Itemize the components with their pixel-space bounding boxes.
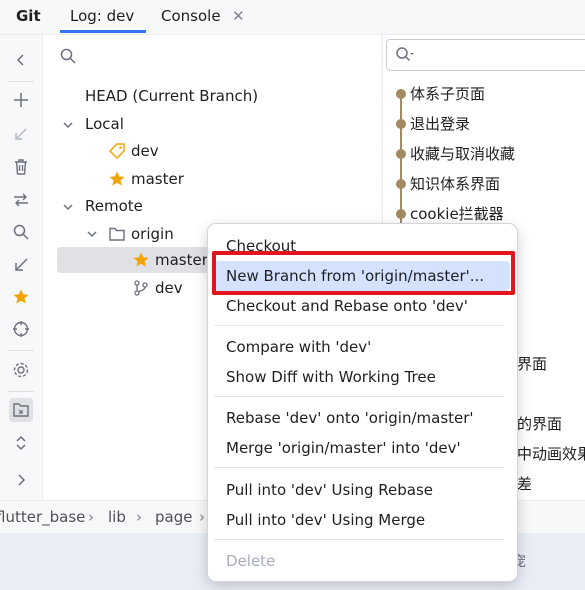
commit-row[interactable]: 退出登录	[383, 110, 585, 138]
commit-node	[396, 119, 406, 129]
annotation-highlight-box	[212, 251, 515, 295]
expand-collapse-icon[interactable]	[9, 431, 33, 455]
breadcrumb-separator: ›	[136, 508, 142, 526]
branch-node-head[interactable]: HEAD (Current Branch)	[85, 84, 258, 108]
commit-row[interactable]: 收藏与取消收藏	[383, 140, 585, 168]
commit-row[interactable]: 知识体系界面	[383, 170, 585, 198]
toolbar-separator	[8, 350, 34, 351]
menu-item-checkout-rebase[interactable]: Checkout and Rebase onto 'dev'	[214, 291, 510, 321]
menu-separator	[214, 396, 504, 397]
commit-node	[396, 179, 406, 189]
menu-item-merge[interactable]: Merge 'origin/master' into 'dev'	[214, 433, 510, 463]
menu-separator	[214, 539, 504, 540]
commit-node	[396, 89, 406, 99]
close-tab-icon[interactable]: ✕	[232, 0, 245, 34]
expand-right-icon[interactable]	[9, 468, 33, 492]
navigate-target-icon[interactable]	[9, 317, 33, 341]
chevron-down-icon[interactable]	[61, 118, 75, 132]
tab-log-dev[interactable]: Log: dev	[70, 0, 134, 34]
menu-item-pull-merge[interactable]: Pull into 'dev' Using Merge	[214, 505, 510, 535]
branch-local-master[interactable]: master	[131, 167, 184, 191]
chevron-down-icon[interactable]	[61, 200, 75, 214]
branch-origin-master[interactable]: master	[155, 248, 208, 272]
commit-row[interactable]: 体系子页面	[383, 80, 585, 108]
star-icon[interactable]	[9, 285, 33, 309]
breadcrumb-separator: ›	[199, 508, 205, 526]
search-icon[interactable]	[9, 220, 33, 244]
search-history-icon	[396, 47, 414, 62]
star-icon	[109, 171, 125, 186]
git-log-toolbar	[0, 35, 43, 500]
compare-icon[interactable]	[9, 188, 33, 212]
search-icon[interactable]	[59, 47, 77, 65]
menu-item-show-diff[interactable]: Show Diff with Working Tree	[214, 362, 510, 392]
tag-icon	[108, 143, 125, 160]
chevron-down-icon[interactable]	[85, 227, 99, 241]
branch-group-remote[interactable]: Remote	[85, 194, 143, 218]
toolbar-separator	[8, 391, 34, 392]
breadcrumb-item[interactable]: lib	[108, 508, 126, 526]
menu-item-delete: Delete	[226, 552, 276, 570]
star-icon	[133, 252, 149, 267]
add-icon[interactable]	[9, 88, 33, 112]
menu-item-pull-rebase[interactable]: Pull into 'dev' Using Rebase	[214, 475, 510, 505]
remote-origin[interactable]: origin	[131, 222, 174, 246]
tab-console[interactable]: Console	[161, 0, 221, 34]
commit-node	[396, 209, 406, 219]
breadcrumb-item[interactable]: page	[155, 508, 192, 526]
commit-message: 界面	[517, 355, 548, 373]
commit-message: 体系子页面	[410, 85, 486, 103]
menu-separator	[214, 467, 504, 468]
commit-message: 的界面	[517, 415, 563, 433]
breadcrumb-separator: ›	[88, 508, 94, 526]
collapse-left-icon[interactable]	[9, 48, 33, 72]
menu-item-rebase[interactable]: Rebase 'dev' onto 'origin/master'	[214, 403, 510, 433]
delete-icon[interactable]	[9, 155, 33, 179]
active-tab-indicator	[60, 30, 146, 33]
breadcrumb-item[interactable]: flutter_base	[0, 508, 85, 526]
toolbar-separator	[8, 81, 34, 82]
settings-gear-icon[interactable]	[9, 358, 33, 382]
commit-node	[396, 149, 406, 159]
update-selected-icon[interactable]	[9, 122, 33, 146]
commit-search-field[interactable]	[386, 39, 585, 71]
menu-item-compare[interactable]: Compare with 'dev'	[214, 332, 510, 362]
branch-icon	[134, 280, 148, 296]
commit-message: 差	[517, 475, 533, 493]
tool-window-tab-bar: Git Log: dev Console ✕	[0, 0, 585, 35]
branch-origin-dev[interactable]: dev	[155, 276, 183, 300]
branch-local-dev[interactable]: dev	[131, 139, 159, 163]
commit-message: 知识体系界面	[410, 175, 501, 193]
folder-icon	[109, 227, 125, 241]
commit-message: 中动画效果	[517, 445, 585, 463]
fetch-icon[interactable]	[9, 253, 33, 277]
branch-group-local[interactable]: Local	[85, 112, 124, 136]
tool-window-title: Git	[16, 7, 41, 25]
menu-separator	[214, 325, 504, 326]
commit-message: 退出登录	[410, 115, 471, 133]
branches-folder-icon[interactable]	[9, 398, 33, 422]
commit-message: cookie拦截器	[410, 205, 504, 223]
commit-message: 收藏与取消收藏	[410, 145, 516, 163]
